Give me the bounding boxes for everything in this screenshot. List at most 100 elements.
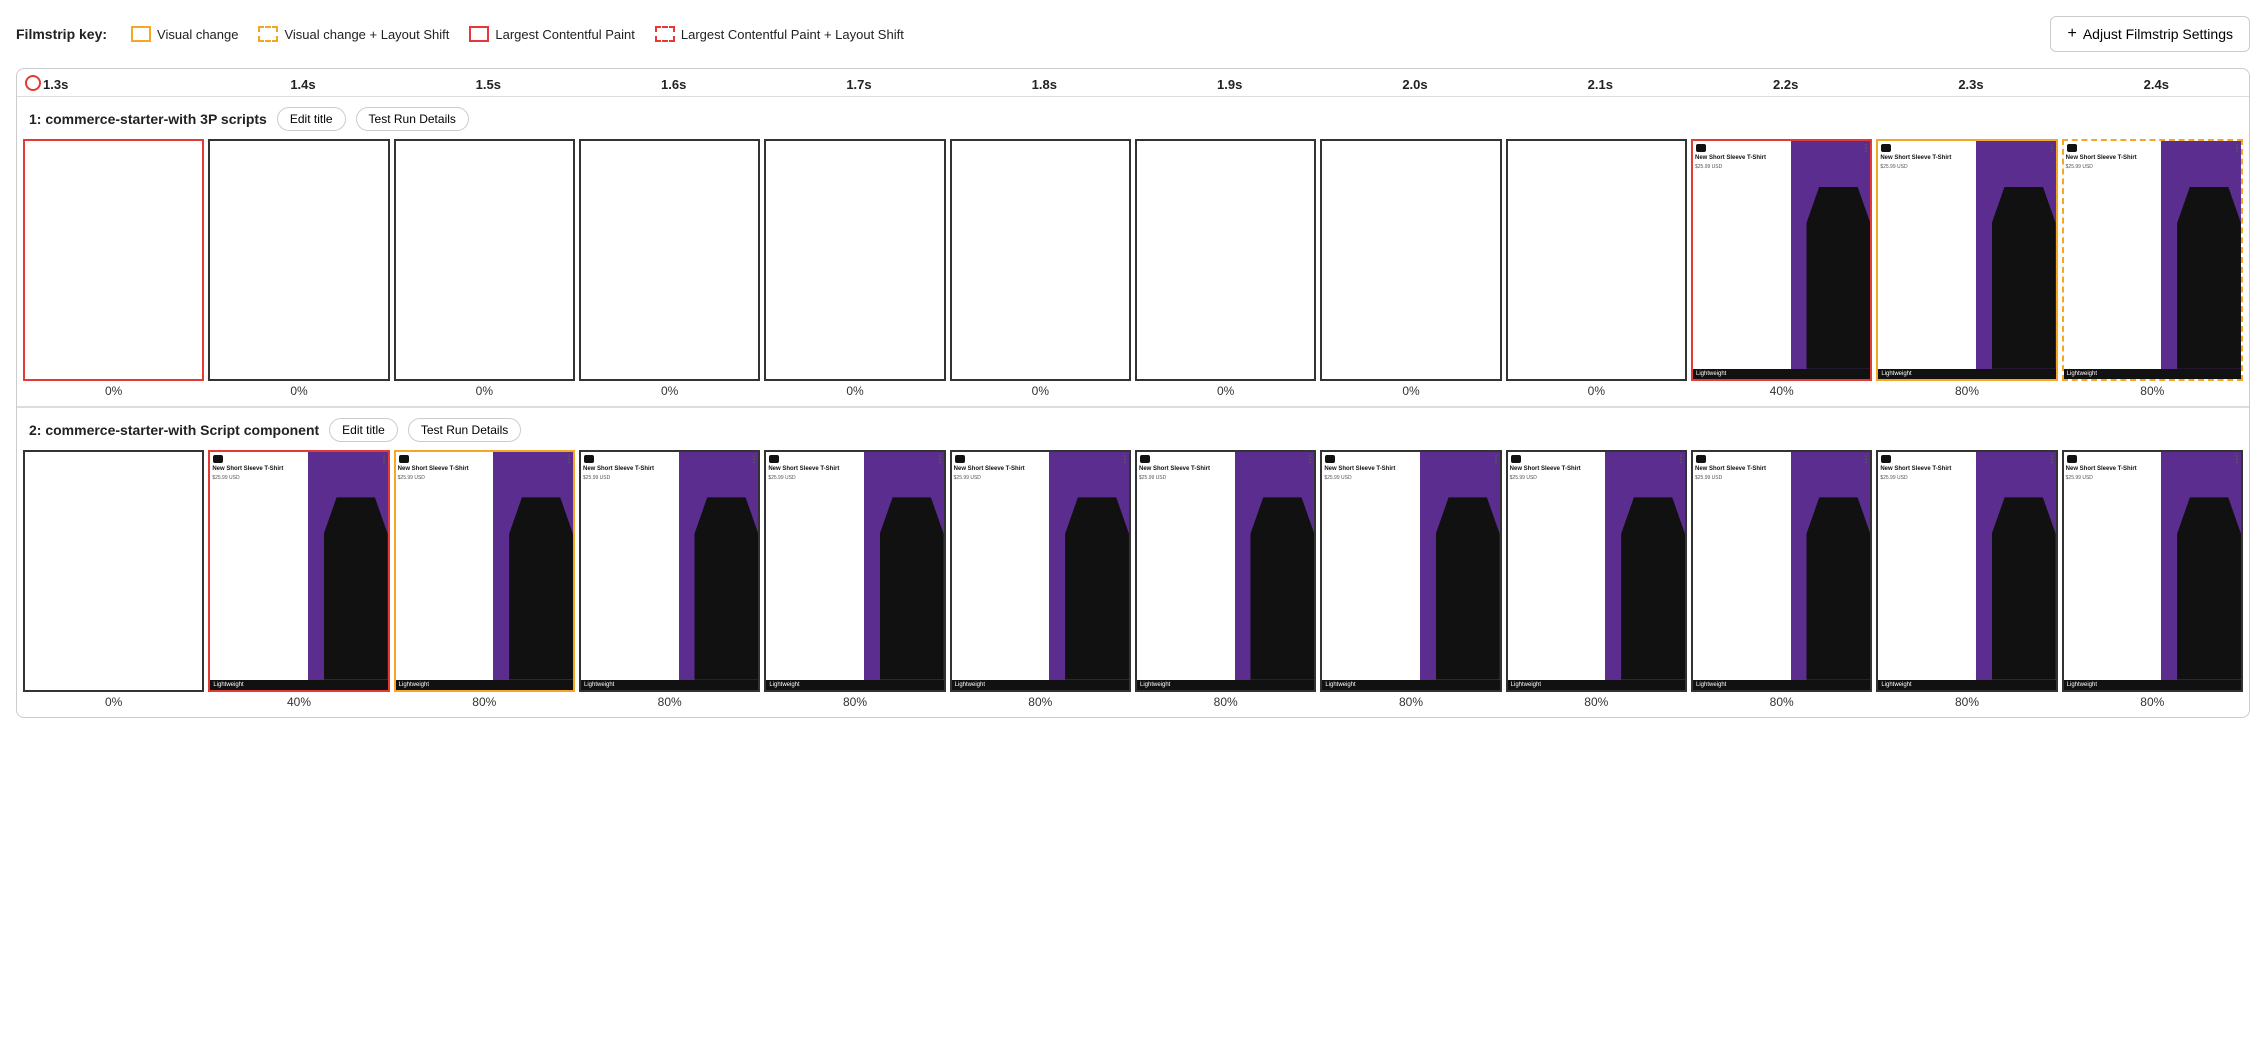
thumb-cell-r2-f1[interactable]: 0%	[21, 448, 206, 717]
thumb-frame-r2-f10: New Short Sleeve T-Shirt $25.99 USD	[1691, 450, 1872, 692]
product-info-left: New Short Sleeve T-Shirt $25.99 USD	[2064, 452, 2162, 680]
thumb-cell-r1-f2[interactable]: 0%	[206, 137, 391, 406]
product-image-bg: New Short Sleeve T-Shirt $25.99 USD	[766, 452, 943, 680]
thumb-frame-r2-f1	[23, 450, 204, 692]
thumb-cell-r1-f5[interactable]: 0%	[762, 137, 947, 406]
menu-icon	[2236, 144, 2238, 152]
timeline-header: 1.3s1.4s1.5s1.6s1.7s1.8s1.9s2.0s2.1s2.2s…	[17, 69, 2249, 97]
thumb-cell-r2-f11[interactable]: New Short Sleeve T-Shirt $25.99 USD	[1874, 448, 2059, 717]
menu-dot-1	[1865, 144, 1867, 146]
product-price-small: $25.99 USD	[212, 475, 306, 481]
menu-dot-2	[1495, 458, 1497, 460]
product-price-small: $25.99 USD	[2066, 475, 2160, 481]
thumb-cell-r2-f10[interactable]: New Short Sleeve T-Shirt $25.99 USD	[1689, 448, 1874, 717]
product-info-left: New Short Sleeve T-Shirt $25.99 USD	[1322, 452, 1420, 680]
thumb-cell-r1-f12[interactable]: New Short Sleeve T-Shirt $25.99 USD	[2060, 137, 2245, 406]
thumb-cell-r2-f6[interactable]: New Short Sleeve T-Shirt $25.99 USD	[948, 448, 1133, 717]
shirt-shape	[1992, 187, 2056, 369]
product-title-small: New Short Sleeve T-Shirt	[2066, 155, 2160, 162]
menu-icon	[383, 455, 385, 463]
camera-icon	[2067, 144, 2077, 152]
product-image-right	[2161, 452, 2241, 680]
menu-dot-1	[1495, 455, 1497, 457]
product-image-bg: New Short Sleeve T-Shirt $25.99 USD	[1137, 452, 1314, 680]
legend-item-lcp: Largest Contentful Paint	[469, 26, 634, 42]
thumb-cell-r2-f12[interactable]: New Short Sleeve T-Shirt $25.99 USD	[2060, 448, 2245, 717]
row-1-edit-title-button[interactable]: Edit title	[277, 107, 346, 131]
timeline-tick-1.4s: 1.4s	[210, 77, 395, 92]
thumb-frame-r1-f2	[208, 139, 389, 381]
menu-icon	[2051, 144, 2053, 152]
menu-dot-1	[568, 455, 570, 457]
thumb-cell-r2-f7[interactable]: New Short Sleeve T-Shirt $25.99 USD	[1133, 448, 1318, 717]
product-info-left: New Short Sleeve T-Shirt $25.99 USD	[1137, 452, 1235, 680]
product-card-image: New Short Sleeve T-Shirt $25.99 USD	[1878, 452, 2055, 680]
product-info-left: New Short Sleeve T-Shirt $25.99 USD	[1693, 141, 1791, 369]
product-card-image: New Short Sleeve T-Shirt $25.99 USD	[581, 452, 758, 680]
product-title-small: New Short Sleeve T-Shirt	[583, 466, 677, 473]
camera-icon	[1696, 144, 1706, 152]
product-card-image: New Short Sleeve T-Shirt $25.99 USD	[1878, 141, 2055, 369]
thumb-percent-r2-f10: 80%	[1770, 692, 1794, 715]
thumb-cell-r2-f5[interactable]: New Short Sleeve T-Shirt $25.99 USD	[762, 448, 947, 717]
camera-icon	[1511, 455, 1521, 463]
thumb-percent-r2-f8: 80%	[1399, 692, 1423, 715]
product-title-small: New Short Sleeve T-Shirt	[212, 466, 306, 473]
thumb-cell-r1-f7[interactable]: 0%	[1133, 137, 1318, 406]
shirt-shape	[1250, 497, 1314, 679]
thumb-cell-r1-f3[interactable]: 0%	[392, 137, 577, 406]
product-card-footer: Lightweight	[1878, 369, 2055, 379]
thumb-cell-r1-f8[interactable]: 0%	[1318, 137, 1503, 406]
thumb-frame-r1-f5	[764, 139, 945, 381]
menu-icon	[753, 455, 755, 463]
thumb-cell-r1-f10[interactable]: New Short Sleeve T-Shirt $25.99 USD	[1689, 137, 1874, 406]
product-image-right	[2161, 141, 2241, 369]
row-1-test-run-details-button[interactable]: Test Run Details	[356, 107, 469, 131]
thumb-cell-r1-f9[interactable]: 0%	[1504, 137, 1689, 406]
thumb-frame-r2-f5: New Short Sleeve T-Shirt $25.99 USD	[764, 450, 945, 692]
legend-item-lcp-layout-shift: Largest Contentful Paint + Layout Shift	[655, 26, 904, 42]
menu-icon	[2236, 455, 2238, 463]
thumb-frame-r1-f9	[1506, 139, 1687, 381]
menu-dot-3	[2051, 150, 2053, 152]
thumb-cell-r2-f8[interactable]: New Short Sleeve T-Shirt $25.99 USD	[1318, 448, 1503, 717]
menu-dot-2	[2236, 147, 2238, 149]
product-card-image: New Short Sleeve T-Shirt $25.99 USD	[2064, 452, 2241, 680]
row-2-title: 2: commerce-starter-with Script componen…	[29, 422, 319, 438]
product-card-footer: Lightweight	[1322, 680, 1499, 690]
product-price-small: $25.99 USD	[1695, 164, 1789, 170]
menu-icon	[939, 455, 941, 463]
product-image-right	[1605, 452, 1685, 680]
menu-dot-3	[1124, 461, 1126, 463]
thumb-cell-r1-f6[interactable]: 0%	[948, 137, 1133, 406]
thumb-cell-r1-f1[interactable]: 0%	[21, 137, 206, 406]
thumb-cell-r1-f11[interactable]: New Short Sleeve T-Shirt $25.99 USD	[1874, 137, 2059, 406]
thumb-frame-r1-f12: New Short Sleeve T-Shirt $25.99 USD	[2062, 139, 2243, 381]
filmstrip-container: 1.3s1.4s1.5s1.6s1.7s1.8s1.9s2.0s2.1s2.2s…	[16, 68, 2250, 718]
product-image-bg: New Short Sleeve T-Shirt $25.99 USD	[2064, 141, 2241, 369]
shirt-shape	[1806, 497, 1870, 679]
product-price-small: $25.99 USD	[2066, 164, 2160, 170]
product-title-small: New Short Sleeve T-Shirt	[954, 466, 1048, 473]
product-image-right	[493, 452, 573, 680]
legend-box-visual-change-layout-shift	[258, 26, 278, 42]
thumb-frame-r2-f3: New Short Sleeve T-Shirt $25.99 USD	[394, 450, 575, 692]
thumb-cell-r2-f3[interactable]: New Short Sleeve T-Shirt $25.99 USD	[392, 448, 577, 717]
thumb-cell-r2-f9[interactable]: New Short Sleeve T-Shirt $25.99 USD	[1504, 448, 1689, 717]
menu-icon	[1124, 455, 1126, 463]
adjust-filmstrip-settings-button[interactable]: + Adjust Filmstrip Settings	[2050, 16, 2250, 52]
thumb-cell-r2-f4[interactable]: New Short Sleeve T-Shirt $25.99 USD	[577, 448, 762, 717]
thumb-cell-r1-f4[interactable]: 0%	[577, 137, 762, 406]
shirt-shape	[1621, 497, 1685, 679]
menu-dot-1	[1309, 455, 1311, 457]
product-title-small: New Short Sleeve T-Shirt	[1880, 466, 1974, 473]
product-info-left: New Short Sleeve T-Shirt $25.99 USD	[1878, 141, 1976, 369]
row-2-test-run-details-button[interactable]: Test Run Details	[408, 418, 521, 442]
shirt-shape	[2177, 187, 2241, 369]
shirt-shape	[509, 497, 573, 679]
menu-dot-1	[383, 455, 385, 457]
menu-dot-2	[939, 458, 941, 460]
row-2-edit-title-button[interactable]: Edit title	[329, 418, 398, 442]
thumb-cell-r2-f2[interactable]: New Short Sleeve T-Shirt $25.99 USD	[206, 448, 391, 717]
thumb-percent-r1-f10: 40%	[1770, 381, 1794, 404]
